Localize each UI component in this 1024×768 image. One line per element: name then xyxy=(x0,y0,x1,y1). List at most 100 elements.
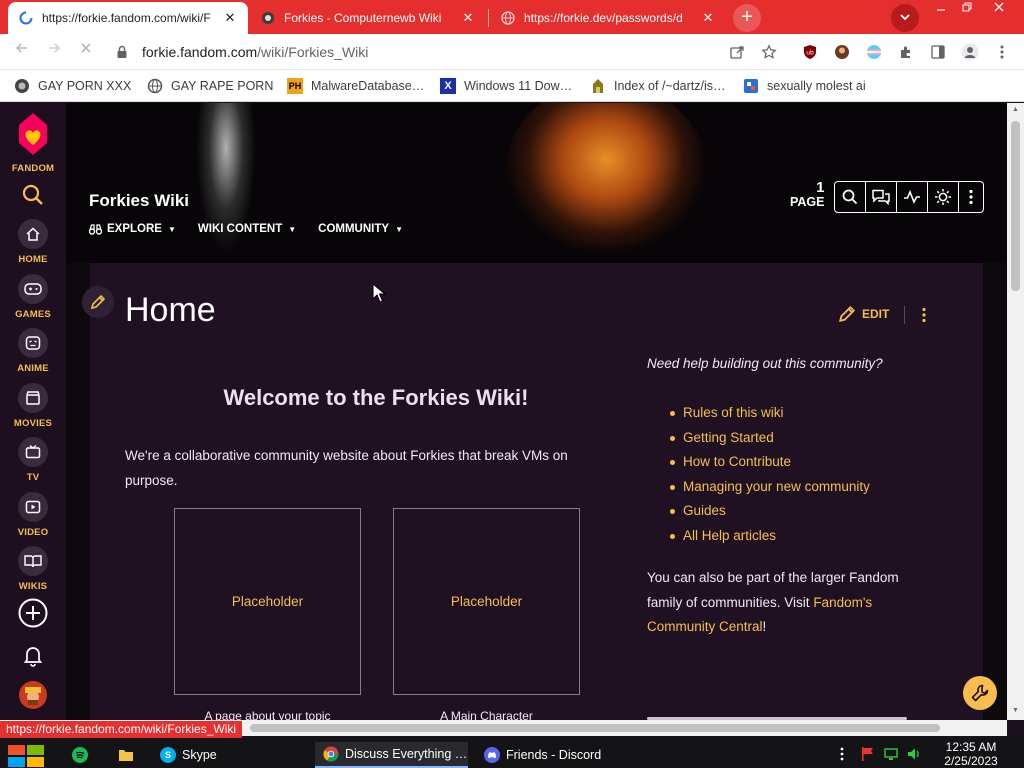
browser-menu-icon[interactable] xyxy=(992,42,1012,62)
tab-title: https://forkie.fandom.com/wiki/F xyxy=(42,11,211,25)
placeholder-link[interactable]: Placeholder xyxy=(451,594,522,609)
taskbar-item-label: Skype xyxy=(182,748,217,762)
taskbar-discord-button[interactable]: Friends - Discord xyxy=(476,742,626,768)
edit-label: EDIT xyxy=(862,307,890,321)
edit-button[interactable]: EDIT xyxy=(838,305,889,323)
rail-item-anime[interactable]: ANIME xyxy=(0,328,66,374)
edit-divider xyxy=(904,306,905,324)
placeholder-card[interactable]: Placeholder xyxy=(174,508,361,695)
scroll-up-icon[interactable]: ▲ xyxy=(1007,103,1024,117)
avatar-extension-icon[interactable] xyxy=(832,42,852,62)
scroll-down-icon[interactable]: ▼ xyxy=(1007,704,1024,718)
bookmark-item[interactable]: PH MalwareDatabase… xyxy=(287,77,424,95)
bell-icon xyxy=(23,647,43,667)
tab-close-icon[interactable]: ✕ xyxy=(700,10,716,26)
malware-database-favicon-icon: PH xyxy=(287,78,303,94)
taskbar-explorer-button[interactable] xyxy=(110,742,148,768)
wiki-tools-more-button[interactable] xyxy=(959,182,983,212)
bookmark-item[interactable]: sexually molest ai xyxy=(743,77,866,95)
bookmark-label: Index of /~dartz/is… xyxy=(614,79,726,93)
bookmark-item[interactable]: Index of /~dartz/is… xyxy=(590,77,726,95)
rail-item-movies[interactable]: MOVIES xyxy=(0,383,66,429)
caret-down-icon: ▼ xyxy=(167,224,176,234)
discussions-button[interactable] xyxy=(866,182,897,212)
bookmark-item[interactable]: GAY RAPE PORN xyxy=(147,77,273,95)
rail-user-avatar[interactable] xyxy=(0,680,66,713)
bookmark-item[interactable]: X Windows 11 Dow… xyxy=(440,77,572,95)
tab-computernewb-wiki[interactable]: Forkies - Computernewb Wiki ✕ xyxy=(250,2,486,34)
placeholder-link[interactable]: Placeholder xyxy=(232,594,303,609)
placeholder-caption: A Main Character xyxy=(440,709,533,720)
discord-icon xyxy=(484,747,500,763)
rail-item-tv[interactable]: TV xyxy=(0,437,66,483)
tab-title: Forkies - Computernewb Wiki xyxy=(284,11,442,25)
rail-item-video[interactable]: VIDEO xyxy=(0,492,66,538)
new-tab-button[interactable]: + xyxy=(733,4,761,32)
taskbar-spotify-button[interactable] xyxy=(64,742,102,768)
page-title: Home xyxy=(125,291,216,329)
rail-item-wikis[interactable]: WIKIS xyxy=(0,546,66,592)
tray-overflow-icon[interactable] xyxy=(834,746,850,762)
page-actions-more-button[interactable] xyxy=(918,304,930,326)
profile-icon[interactable] xyxy=(960,42,980,62)
bookmark-favicon-icon xyxy=(14,78,30,94)
pride-flag-extension-icon[interactable] xyxy=(864,42,884,62)
forward-button[interactable] xyxy=(42,40,66,64)
fandom-logo[interactable]: FANDOM xyxy=(0,111,66,174)
stop-loading-button[interactable] xyxy=(74,40,98,64)
wiki-search-button[interactable] xyxy=(835,182,866,212)
help-link[interactable]: How to Contribute xyxy=(670,450,870,475)
recent-changes-button[interactable] xyxy=(897,182,928,212)
rail-notifications-button[interactable] xyxy=(0,645,66,670)
restore-button[interactable] xyxy=(952,0,982,18)
tab-forkie-dev-passwords[interactable]: https://forkie.dev/passwords/d ✕ xyxy=(490,2,726,34)
taskbar-skype-button[interactable]: S Skype xyxy=(152,742,302,768)
nav-explore[interactable]: EXPLORE ▼ xyxy=(89,223,176,235)
volume-icon[interactable] xyxy=(906,746,922,762)
close-window-button[interactable] xyxy=(984,0,1014,18)
nav-community[interactable]: COMMUNITY ▼ xyxy=(318,223,403,235)
ublock-extension-icon[interactable]: ub xyxy=(800,42,820,62)
help-link[interactable]: Managing your new community xyxy=(670,475,870,500)
nav-wiki-content[interactable]: WIKI CONTENT ▼ xyxy=(198,223,296,235)
extensions-puzzle-icon[interactable] xyxy=(896,42,916,62)
mouse-cursor-icon xyxy=(372,283,386,303)
side-panel-icon[interactable] xyxy=(928,42,948,62)
wiki-tools-fab[interactable] xyxy=(963,676,997,710)
help-links-list: Rules of this wiki Getting Started How t… xyxy=(670,401,870,549)
wiki-title[interactable]: Forkies Wiki xyxy=(89,191,189,211)
share-icon[interactable] xyxy=(727,42,747,62)
rail-item-games[interactable]: GAMES xyxy=(0,274,66,320)
taskbar-clock[interactable]: 12:35 AM 2/25/2023 xyxy=(936,740,1006,768)
rail-create-wiki-button[interactable] xyxy=(0,598,66,631)
bookmark-star-icon[interactable] xyxy=(759,42,779,62)
globe-icon xyxy=(147,78,163,94)
help-link[interactable]: Getting Started xyxy=(670,426,870,451)
action-center-flag-icon[interactable] xyxy=(860,746,876,762)
help-link[interactable]: Rules of this wiki xyxy=(670,401,870,426)
back-button[interactable] xyxy=(10,40,34,64)
loading-spinner-icon xyxy=(18,10,34,26)
rail-item-home[interactable]: HOME xyxy=(0,219,66,265)
tab-forkie-fandom[interactable]: https://forkie.fandom.com/wiki/F ✕ xyxy=(8,2,248,34)
scrollbar-thumb[interactable] xyxy=(250,724,940,732)
vertical-scrollbar[interactable]: ▲ ▼ xyxy=(1007,103,1024,720)
chrome-icon xyxy=(323,746,339,762)
lock-icon[interactable] xyxy=(116,45,130,59)
scrollbar-thumb[interactable] xyxy=(1011,121,1020,291)
placeholder-card[interactable]: Placeholder xyxy=(393,508,580,695)
tab-search-button[interactable] xyxy=(891,4,919,32)
theme-toggle-button[interactable] xyxy=(928,182,959,212)
quick-edit-button[interactable] xyxy=(82,286,114,318)
taskbar-chrome-button[interactable]: Discuss Everything … xyxy=(315,742,468,768)
address-bar[interactable]: forkie.fandom.com/wiki/Forkies_Wiki xyxy=(110,38,790,66)
tab-close-icon[interactable]: ✕ xyxy=(460,10,476,26)
help-link[interactable]: Guides xyxy=(670,499,870,524)
anime-face-icon xyxy=(18,328,48,358)
help-link[interactable]: All Help articles xyxy=(670,524,870,549)
bookmark-item[interactable]: GAY PORN XXX xyxy=(14,77,131,95)
start-button[interactable] xyxy=(8,745,44,767)
tab-close-icon[interactable]: ✕ xyxy=(222,10,238,26)
network-icon[interactable] xyxy=(883,746,899,762)
rail-search-button[interactable] xyxy=(0,184,66,209)
